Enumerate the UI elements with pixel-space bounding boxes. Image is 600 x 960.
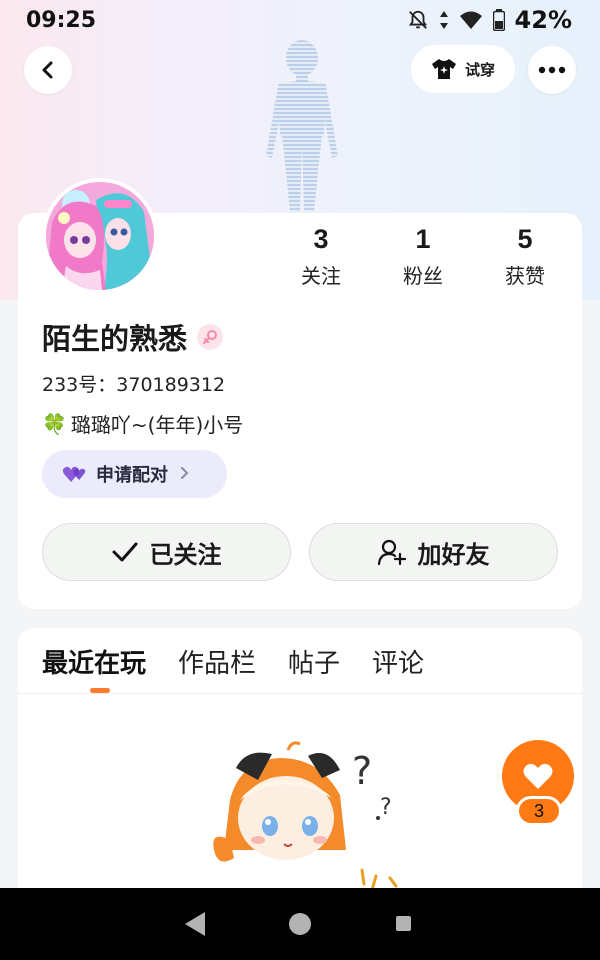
stat-label: 关注 xyxy=(301,264,341,288)
system-nav-bar xyxy=(0,888,600,960)
mute-icon xyxy=(408,10,427,29)
content-tabs: 最近在玩 作品栏 帖子 评论 xyxy=(42,643,424,680)
tab-recently-played[interactable]: 最近在玩 xyxy=(42,643,146,680)
add-user-icon xyxy=(377,539,406,565)
checkmark-icon xyxy=(112,542,137,562)
avatar-image xyxy=(46,182,154,290)
try-on-label: 试穿 xyxy=(464,60,495,79)
tab-works[interactable]: 作品栏 xyxy=(178,643,256,680)
nav-recents-icon[interactable] xyxy=(396,916,411,931)
add-friend-button[interactable]: 加好友 xyxy=(309,523,558,581)
try-on-button[interactable]: 试穿 xyxy=(411,45,515,93)
bio-text: 璐璐吖~(年年)小号 xyxy=(70,413,244,437)
back-button[interactable] xyxy=(24,46,72,94)
nickname: 陌生的熟悉 xyxy=(42,322,188,356)
apply-pair-label: 申请配对 xyxy=(96,465,168,486)
followed-label: 已关注 xyxy=(149,540,222,569)
more-dots-icon xyxy=(538,66,566,74)
tab-comments[interactable]: 评论 xyxy=(372,643,424,680)
followed-button[interactable]: 已关注 xyxy=(42,523,291,581)
heart-icon xyxy=(523,763,553,789)
svg-text:?: ? xyxy=(352,749,372,793)
status-bar: 09:25 42% xyxy=(0,0,600,40)
like-count-badge: 3 xyxy=(516,796,562,826)
stat-count: 1 xyxy=(415,224,431,254)
user-id: 233号：370189312 xyxy=(42,374,226,396)
chevron-right-icon xyxy=(180,464,190,485)
apply-pair-button[interactable]: 申请配对 xyxy=(42,450,227,498)
status-time: 09:25 xyxy=(26,7,97,33)
hearts-icon xyxy=(62,466,86,482)
stat-count: 3 xyxy=(313,224,329,254)
stat-label: 粉丝 xyxy=(403,264,443,288)
add-friend-label: 加好友 xyxy=(417,540,490,569)
nav-home-icon[interactable] xyxy=(289,913,311,935)
tshirt-icon xyxy=(431,59,456,79)
wifi-icon xyxy=(459,11,482,29)
female-gender-icon xyxy=(197,324,224,350)
stat-label: 获赞 xyxy=(505,264,545,288)
tab-posts[interactable]: 帖子 xyxy=(288,643,340,680)
chevron-left-icon xyxy=(42,61,53,79)
stat-count: 5 xyxy=(517,224,533,254)
nickname-row: 陌生的熟悉 xyxy=(42,316,224,358)
stat-following[interactable]: 3 关注 xyxy=(270,222,372,289)
empty-state-mascot: ? ? xyxy=(213,741,398,890)
svg-text:?: ? xyxy=(380,795,392,820)
nav-back-icon[interactable] xyxy=(185,912,205,936)
data-arrows-icon xyxy=(439,11,448,29)
bio: 🍀 璐璐吖~(年年)小号 xyxy=(42,409,243,438)
stat-fans[interactable]: 1 粉丝 xyxy=(372,222,474,289)
tab-divider xyxy=(18,693,582,694)
avatar[interactable] xyxy=(42,178,158,294)
battery-icon xyxy=(492,9,505,31)
more-button[interactable] xyxy=(528,46,576,94)
stats-row: 3 关注 1 粉丝 5 获赞 xyxy=(270,222,576,289)
clover-icon: 🍀 xyxy=(42,411,67,436)
avatar-3d-figure xyxy=(266,40,338,212)
battery-percent: 42% xyxy=(514,6,572,34)
stat-likes[interactable]: 5 获赞 xyxy=(474,222,576,289)
